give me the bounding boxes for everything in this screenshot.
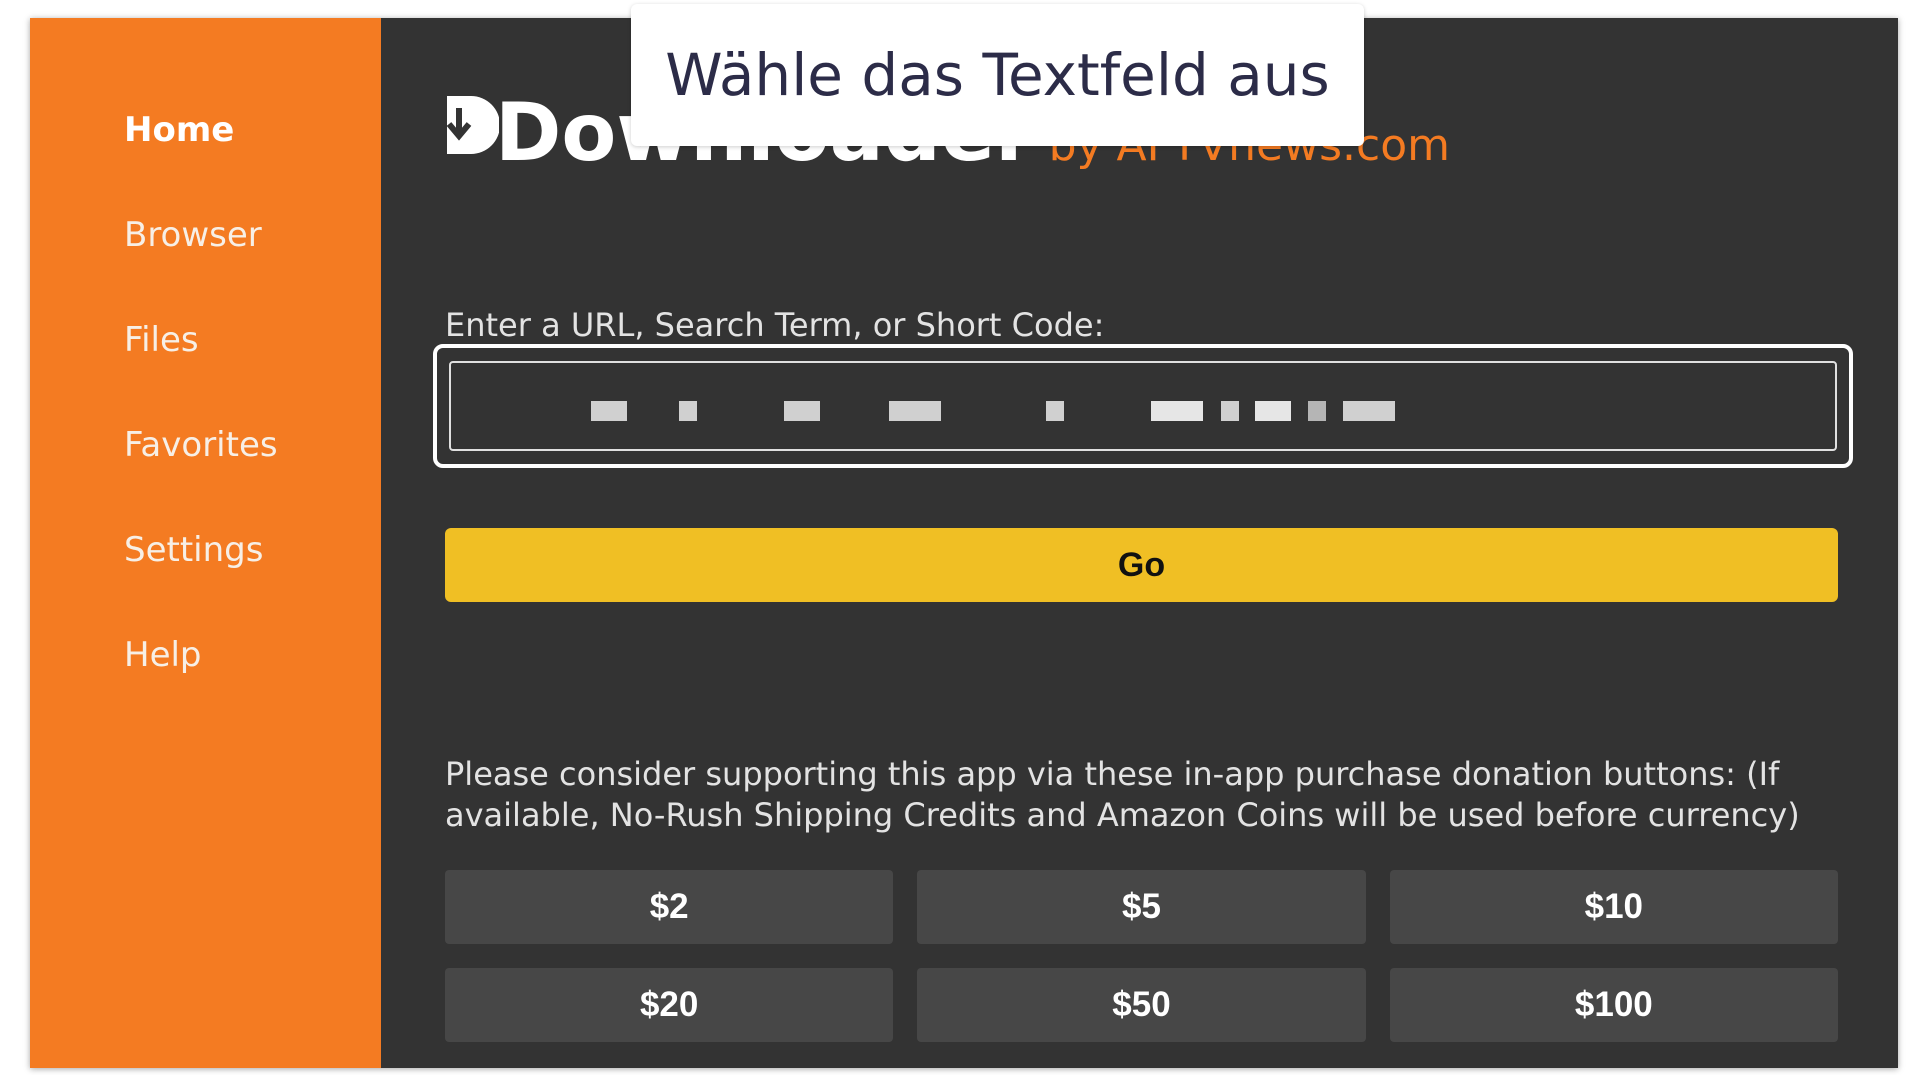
sidebar: Home Browser Files Favorites Settings He… (30, 18, 381, 1068)
instruction-callout: Wähle das Textfeld aus (631, 4, 1364, 146)
url-field-label: Enter a URL, Search Term, or Short Code: (445, 306, 1105, 344)
donate-100-button[interactable]: $100 (1389, 968, 1838, 1042)
donate-2-button[interactable]: $2 (445, 870, 894, 944)
donation-message: Please consider supporting this app via … (445, 755, 1800, 834)
donation-buttons: $2 $5 $10 $20 $50 $100 (445, 870, 1838, 1042)
donate-10-button[interactable]: $10 (1389, 870, 1838, 944)
download-arrow-icon (441, 86, 500, 156)
url-input-focus-ring (433, 344, 1853, 468)
donate-5-button[interactable]: $5 (917, 870, 1366, 944)
sidebar-item-home[interactable]: Home (124, 110, 234, 150)
donate-20-button[interactable]: $20 (445, 968, 894, 1042)
app-window: Home Browser Files Favorites Settings He… (30, 18, 1898, 1068)
sidebar-item-help[interactable]: Help (124, 635, 202, 675)
url-input[interactable] (449, 361, 1837, 451)
sidebar-item-favorites[interactable]: Favorites (124, 425, 278, 465)
main-content: Downloader by AFTVnews.com Enter a URL, … (381, 18, 1898, 1068)
sidebar-item-browser[interactable]: Browser (124, 215, 262, 255)
donate-50-button[interactable]: $50 (917, 968, 1366, 1042)
sidebar-item-settings[interactable]: Settings (124, 530, 263, 570)
sidebar-item-files[interactable]: Files (124, 320, 199, 360)
go-button[interactable]: Go (445, 528, 1838, 602)
